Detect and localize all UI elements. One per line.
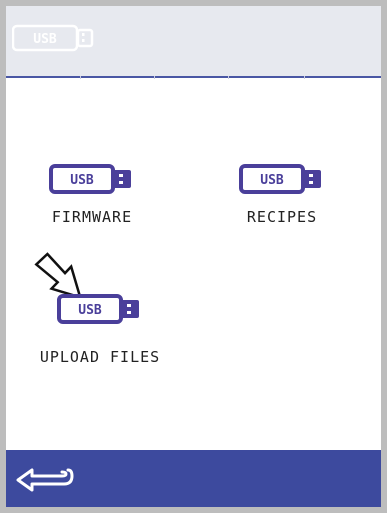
usb-status-icon: USB <box>12 24 94 52</box>
screen: USB USB FIRMWARE USB RECIPES USB UPLOAD … <box>6 6 381 507</box>
back-arrow-icon[interactable] <box>14 464 76 496</box>
usb-drive-icon: USB <box>49 164 131 194</box>
usb-status-icon-label: USB <box>33 32 57 47</box>
usb-drive-icon: USB <box>57 294 139 324</box>
recipes-button[interactable]: USB RECIPES <box>232 164 332 226</box>
upload-files-label: UPLOAD FILES <box>39 348 161 366</box>
footer-bar <box>6 450 381 507</box>
device-frame: USB USB FIRMWARE USB RECIPES USB UPLOAD … <box>0 0 387 513</box>
usb-drive-icon-label: USB <box>70 173 94 188</box>
firmware-label: FIRMWARE <box>51 208 133 226</box>
usb-drive-icon-label: USB <box>260 173 284 188</box>
usb-drive-icon: USB <box>239 164 321 194</box>
firmware-button[interactable]: USB FIRMWARE <box>42 164 142 226</box>
recipes-label: RECIPES <box>246 208 318 226</box>
header-tick-marks <box>6 76 381 80</box>
header-bar: USB <box>6 6 381 78</box>
usb-drive-icon-label: USB <box>78 303 102 318</box>
upload-files-button[interactable]: USB UPLOAD FILES <box>20 294 180 366</box>
